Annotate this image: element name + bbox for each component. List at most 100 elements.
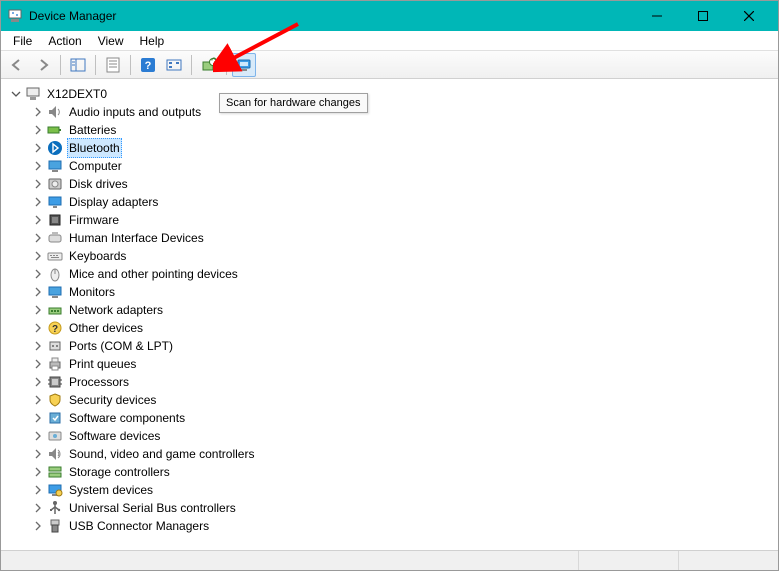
tree-node-label: Display adapters bbox=[67, 193, 160, 211]
window-controls bbox=[634, 1, 772, 31]
tree-node[interactable]: Audio inputs and outputs bbox=[31, 103, 774, 121]
tree-node[interactable]: Print queues bbox=[31, 355, 774, 373]
chevron-right-icon[interactable] bbox=[31, 465, 45, 479]
printer-icon bbox=[47, 356, 63, 372]
tree-node[interactable]: Monitors bbox=[31, 283, 774, 301]
close-button[interactable] bbox=[726, 1, 772, 31]
port-icon bbox=[47, 338, 63, 354]
tree-node[interactable]: Firmware bbox=[31, 211, 774, 229]
menu-help[interactable]: Help bbox=[132, 32, 173, 50]
device-tree[interactable]: X12DEXT0 Audio inputs and outputsBatteri… bbox=[1, 79, 778, 550]
status-pane bbox=[578, 551, 678, 570]
tree-node-label: System devices bbox=[67, 481, 155, 499]
forward-button[interactable] bbox=[31, 53, 55, 77]
chevron-right-icon[interactable] bbox=[31, 483, 45, 497]
tree-root-label: X12DEXT0 bbox=[45, 85, 109, 103]
tree-node[interactable]: Ports (COM & LPT) bbox=[31, 337, 774, 355]
tree-node[interactable]: Security devices bbox=[31, 391, 774, 409]
tree-node-label: Software components bbox=[67, 409, 187, 427]
tree-node[interactable]: Batteries bbox=[31, 121, 774, 139]
chevron-right-icon[interactable] bbox=[31, 411, 45, 425]
bluetooth-icon bbox=[47, 140, 63, 156]
cpu-icon bbox=[47, 374, 63, 390]
tree-node[interactable]: Disk drives bbox=[31, 175, 774, 193]
tree-node[interactable]: Other devices bbox=[31, 319, 774, 337]
battery-icon bbox=[47, 122, 63, 138]
tree-node-label: Security devices bbox=[67, 391, 158, 409]
chevron-right-icon[interactable] bbox=[31, 357, 45, 371]
computer-icon bbox=[47, 158, 63, 174]
chevron-right-icon[interactable] bbox=[31, 267, 45, 281]
window-title: Device Manager bbox=[29, 9, 634, 23]
properties-button[interactable] bbox=[101, 53, 125, 77]
tree-node-label: Human Interface Devices bbox=[67, 229, 206, 247]
keyboard-icon bbox=[47, 248, 63, 264]
chevron-right-icon[interactable] bbox=[31, 375, 45, 389]
chevron-right-icon[interactable] bbox=[31, 159, 45, 173]
update-driver-button[interactable] bbox=[162, 53, 186, 77]
tree-node[interactable]: Software devices bbox=[31, 427, 774, 445]
system-icon bbox=[47, 482, 63, 498]
tree-node[interactable]: Keyboards bbox=[31, 247, 774, 265]
mouse-icon bbox=[47, 266, 63, 282]
chevron-right-icon[interactable] bbox=[31, 195, 45, 209]
maximize-button[interactable] bbox=[680, 1, 726, 31]
tree-node[interactable]: Computer bbox=[31, 157, 774, 175]
tree-node[interactable]: System devices bbox=[31, 481, 774, 499]
scan-hardware-button[interactable] bbox=[232, 53, 256, 77]
tree-node-label: Print queues bbox=[67, 355, 138, 373]
menu-view[interactable]: View bbox=[90, 32, 132, 50]
tree-node[interactable]: Software components bbox=[31, 409, 774, 427]
tree-node[interactable]: Processors bbox=[31, 373, 774, 391]
tree-node-label: Other devices bbox=[67, 319, 145, 337]
toolbar-separator bbox=[95, 55, 96, 75]
help-button[interactable]: ? bbox=[136, 53, 160, 77]
chevron-right-icon[interactable] bbox=[31, 303, 45, 317]
menu-bar: File Action View Help bbox=[1, 31, 778, 51]
tree-node[interactable]: Mice and other pointing devices bbox=[31, 265, 774, 283]
tree-node-label: Ports (COM & LPT) bbox=[67, 337, 175, 355]
chevron-right-icon[interactable] bbox=[31, 141, 45, 155]
chevron-right-icon[interactable] bbox=[31, 285, 45, 299]
chevron-right-icon[interactable] bbox=[31, 339, 45, 353]
audio-icon bbox=[47, 104, 63, 120]
expander-icon[interactable] bbox=[9, 87, 23, 101]
chevron-right-icon[interactable] bbox=[31, 105, 45, 119]
menu-action[interactable]: Action bbox=[40, 32, 89, 50]
menu-file[interactable]: File bbox=[5, 32, 40, 50]
status-pane bbox=[678, 551, 778, 570]
display-icon bbox=[47, 194, 63, 210]
chevron-right-icon[interactable] bbox=[31, 249, 45, 263]
tree-node-label: Software devices bbox=[67, 427, 162, 445]
title-bar: Device Manager bbox=[1, 1, 778, 31]
uninstall-device-button[interactable] bbox=[197, 53, 221, 77]
tree-node[interactable]: USB Connector Managers bbox=[31, 517, 774, 535]
chevron-right-icon[interactable] bbox=[31, 213, 45, 227]
chevron-right-icon[interactable] bbox=[31, 447, 45, 461]
show-hide-console-tree-button[interactable] bbox=[66, 53, 90, 77]
toolbar-separator bbox=[191, 55, 192, 75]
tree-node[interactable]: Network adapters bbox=[31, 301, 774, 319]
minimize-button[interactable] bbox=[634, 1, 680, 31]
tree-node[interactable]: Sound, video and game controllers bbox=[31, 445, 774, 463]
tree-node-label: Keyboards bbox=[67, 247, 128, 265]
tree-node[interactable]: Human Interface Devices bbox=[31, 229, 774, 247]
tree-node[interactable]: Display adapters bbox=[31, 193, 774, 211]
chevron-right-icon[interactable] bbox=[31, 501, 45, 515]
tree-node[interactable]: Bluetooth bbox=[31, 139, 774, 157]
chevron-right-icon[interactable] bbox=[31, 429, 45, 443]
tree-node-label: Batteries bbox=[67, 121, 118, 139]
security-icon bbox=[47, 392, 63, 408]
back-button[interactable] bbox=[5, 53, 29, 77]
tree-root-node[interactable]: X12DEXT0 bbox=[9, 85, 774, 103]
tree-node-label: Processors bbox=[67, 373, 131, 391]
tree-node[interactable]: Universal Serial Bus controllers bbox=[31, 499, 774, 517]
chevron-right-icon[interactable] bbox=[31, 321, 45, 335]
tree-node[interactable]: Storage controllers bbox=[31, 463, 774, 481]
chevron-right-icon[interactable] bbox=[31, 519, 45, 533]
chevron-right-icon[interactable] bbox=[31, 177, 45, 191]
chevron-right-icon[interactable] bbox=[31, 123, 45, 137]
chevron-right-icon[interactable] bbox=[31, 393, 45, 407]
svg-text:?: ? bbox=[145, 60, 152, 72]
chevron-right-icon[interactable] bbox=[31, 231, 45, 245]
